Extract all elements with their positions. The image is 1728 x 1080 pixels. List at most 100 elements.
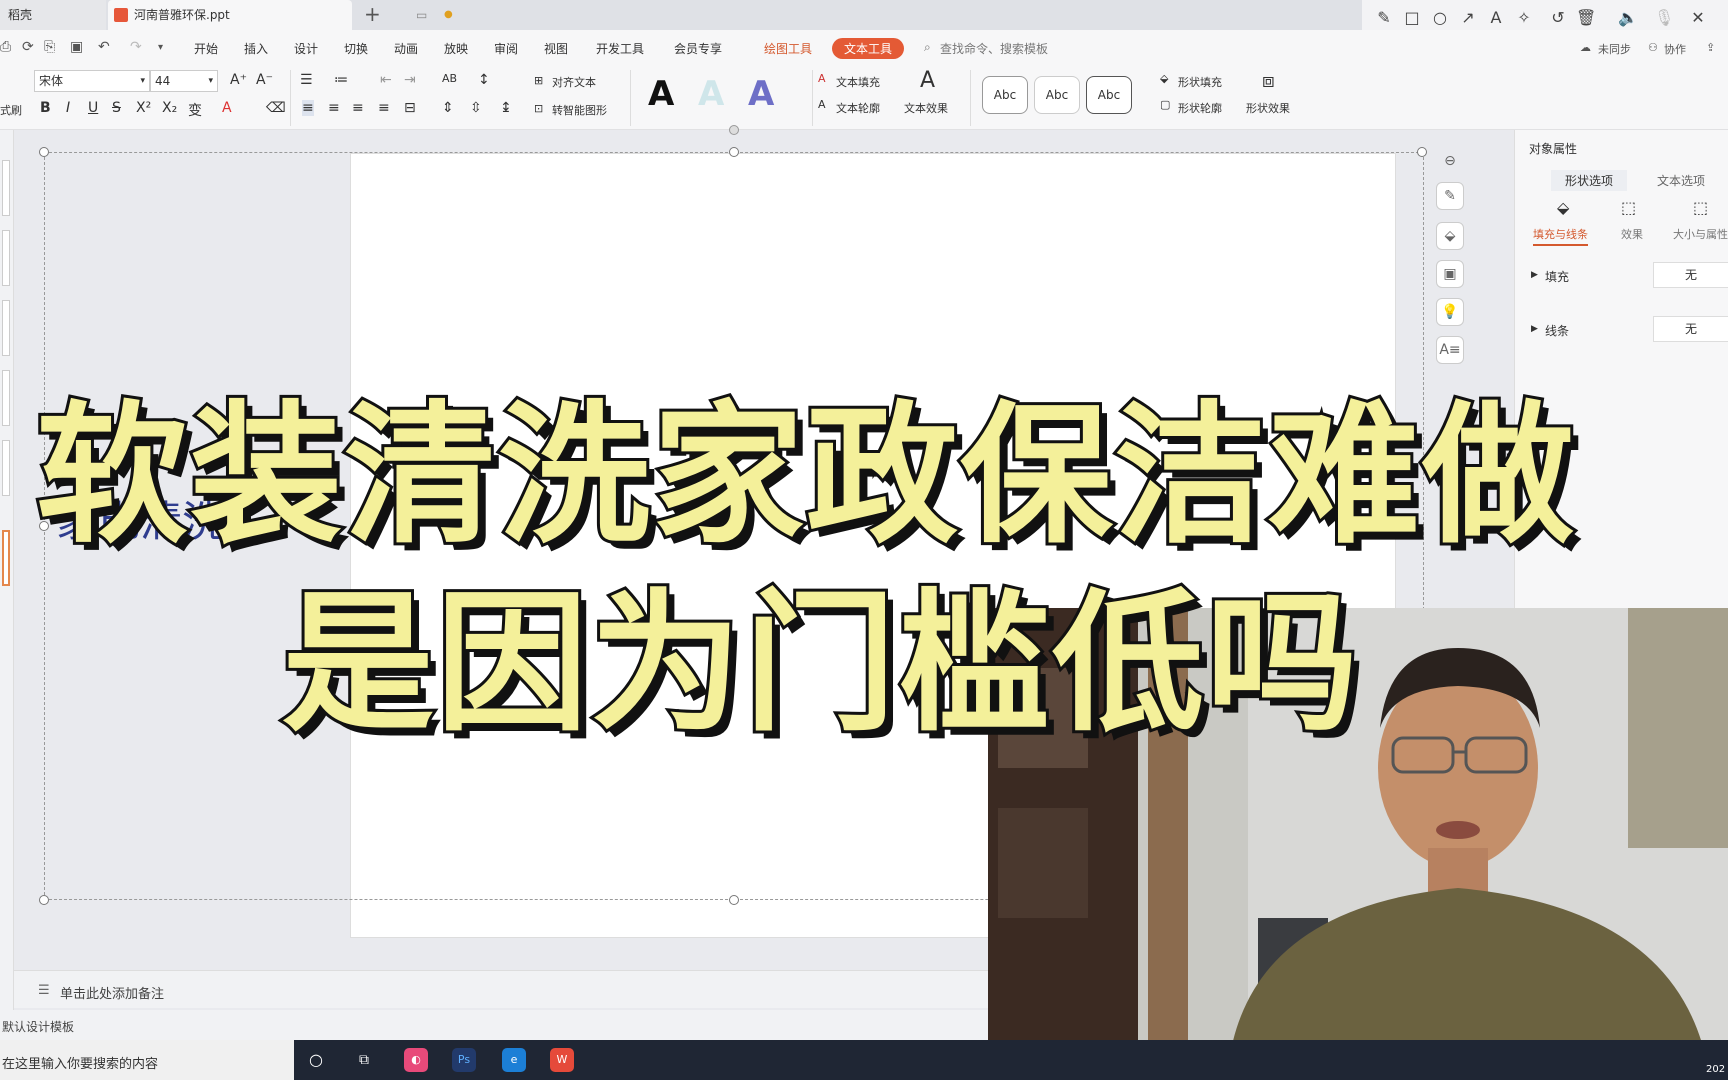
zoom-out-icon[interactable]: ⊖	[1436, 148, 1464, 176]
cortana-icon[interactable]: ○	[304, 1048, 328, 1072]
menu-review[interactable]: 审阅	[494, 40, 518, 57]
slide-thumbnail-active[interactable]	[2, 530, 10, 586]
resize-handle[interactable]	[1417, 147, 1427, 157]
tab-document[interactable]: 河南普雅环保.ppt ▭ ●	[108, 0, 453, 30]
shape-effect-button[interactable]: 形状效果	[1246, 100, 1290, 116]
font-family-select[interactable]: 宋体 ▾	[34, 70, 150, 92]
smart-shape-button[interactable]: 转智能图形	[552, 102, 607, 118]
align-left-icon[interactable]: ≡	[302, 100, 314, 116]
resize-handle[interactable]	[729, 147, 739, 157]
font-size-select[interactable]: 44 ▾	[150, 70, 218, 92]
menu-insert[interactable]: 插入	[244, 40, 268, 57]
wps-icon[interactable]: W	[550, 1048, 574, 1072]
print-preview-icon[interactable]: ⟳	[22, 39, 34, 55]
trash-icon[interactable]: 🗑	[1576, 8, 1596, 28]
pen-icon[interactable]: ✎	[1374, 8, 1394, 28]
line-spacing-icon[interactable]: ↕	[478, 72, 490, 88]
share-icon[interactable]: ⇪	[1706, 41, 1715, 54]
mic-muted-icon[interactable]: 🎙	[1654, 8, 1674, 28]
bold-icon[interactable]: B	[40, 100, 51, 116]
shape-fill-button[interactable]: 形状填充	[1178, 74, 1222, 90]
slide-thumbnail[interactable]	[2, 160, 10, 216]
tab-text-options[interactable]: 文本选项	[1643, 170, 1719, 191]
subtab-fill-line[interactable]: 填充与线条	[1533, 226, 1588, 246]
highlighter-icon[interactable]: ✧	[1514, 8, 1534, 28]
menu-transition[interactable]: 切换	[344, 40, 368, 57]
strikethrough-icon[interactable]: S	[112, 100, 121, 116]
slide-thumbnail-strip[interactable]	[0, 130, 14, 1010]
undo-button[interactable]: ↶	[98, 39, 110, 55]
slide-thumbnail[interactable]	[2, 370, 10, 426]
shape-style-2[interactable]: Abc	[1034, 76, 1080, 114]
arrow-icon[interactable]: ↗	[1458, 8, 1478, 28]
menu-design[interactable]: 设计	[294, 40, 318, 57]
slide-thumbnail[interactable]	[2, 230, 10, 286]
menu-slideshow[interactable]: 放映	[444, 40, 468, 57]
font-color-icon[interactable]: A	[222, 100, 232, 116]
menu-animation[interactable]: 动画	[394, 40, 418, 57]
menu-developer[interactable]: 开发工具	[596, 40, 644, 57]
shape-style-3[interactable]: Abc	[1086, 76, 1132, 114]
subtab-effects[interactable]: 效果	[1621, 226, 1643, 242]
circle-icon[interactable]: ○	[1430, 8, 1450, 28]
menu-start[interactable]: 开始	[194, 40, 218, 57]
format-painter-label[interactable]: 式刷	[0, 102, 22, 118]
line-value[interactable]: 无	[1653, 316, 1728, 342]
notes-placeholder[interactable]: 单击此处添加备注	[60, 983, 164, 1002]
menu-member[interactable]: 会员专享	[674, 40, 722, 57]
sync-status[interactable]: 未同步	[1598, 41, 1631, 57]
export-icon[interactable]: ▣	[70, 39, 83, 55]
align-center-icon[interactable]: ≡	[328, 100, 340, 116]
text-outline-button[interactable]: 文本轮廓	[836, 100, 880, 116]
text-fill-button[interactable]: 文本填充	[836, 74, 880, 90]
expand-icon[interactable]: ▶	[1531, 324, 1538, 334]
screen-icon[interactable]: ▭	[416, 0, 427, 30]
task-view-icon[interactable]: ⧉	[352, 1048, 376, 1072]
decrease-indent-icon[interactable]: ⇤	[380, 72, 392, 88]
shrink-font-icon[interactable]: A⁻	[256, 72, 273, 88]
taskbar-search[interactable]: 在这里输入你要搜索的内容	[0, 1040, 294, 1080]
photoshop-icon[interactable]: Ps	[452, 1048, 476, 1072]
text-style-black[interactable]: A	[648, 74, 674, 114]
template-name[interactable]: 默认设计模板	[2, 1018, 74, 1035]
text-effect-button[interactable]: 文本效果	[904, 100, 948, 116]
grow-font-icon[interactable]: A⁺	[230, 72, 247, 88]
resize-handle[interactable]	[39, 895, 49, 905]
resize-handle[interactable]	[39, 147, 49, 157]
crop-icon[interactable]: ▣	[1436, 260, 1464, 288]
italic-icon[interactable]: I	[66, 100, 70, 116]
slide-thumbnail[interactable]	[2, 300, 10, 356]
rectangle-icon[interactable]: □	[1402, 8, 1422, 28]
undo-icon[interactable]: ↺	[1548, 8, 1568, 28]
expand-icon[interactable]: ▶	[1531, 270, 1538, 280]
menu-text-tools[interactable]: 文本工具	[832, 38, 905, 59]
subscript-icon[interactable]: X₂	[162, 100, 177, 116]
slide-thumbnail[interactable]	[2, 440, 10, 496]
speaker-icon[interactable]: 🔈	[1618, 8, 1638, 28]
text-tool-icon[interactable]: A	[1486, 8, 1506, 28]
justify-icon[interactable]: ≡	[378, 100, 390, 116]
close-icon[interactable]: ✕	[1688, 8, 1708, 28]
print-icon[interactable]: ⎘	[44, 39, 55, 55]
superscript-icon[interactable]: X²	[136, 100, 151, 116]
app-icon[interactable]: ◐	[404, 1048, 428, 1072]
pen-icon[interactable]: ✎	[1436, 182, 1464, 210]
spacing-icon[interactable]: ↨	[500, 100, 512, 116]
align-right-icon[interactable]: ≡	[352, 100, 364, 116]
phonetic-icon[interactable]: 变	[188, 100, 202, 120]
collab-button[interactable]: 协作	[1664, 41, 1686, 57]
numbered-list-icon[interactable]: ≔	[334, 72, 348, 88]
new-tab-button[interactable]: +	[364, 2, 381, 26]
underline-icon[interactable]: U	[88, 100, 98, 116]
redo-button[interactable]: ↷	[130, 39, 142, 55]
rotate-handle[interactable]	[729, 125, 739, 135]
fill-icon[interactable]: ⬙	[1436, 222, 1464, 250]
paragraph-spacing-icon[interactable]: ⇕	[442, 100, 454, 116]
tab-home[interactable]: 稻壳	[0, 0, 106, 30]
columns-icon[interactable]: ⇳	[470, 100, 482, 116]
menu-drawing-tools[interactable]: 绘图工具	[764, 40, 812, 57]
lightbulb-icon[interactable]: 💡	[1436, 298, 1464, 326]
fill-value[interactable]: 无	[1653, 262, 1728, 288]
save-icon[interactable]: ⎙	[0, 39, 11, 55]
increase-indent-icon[interactable]: ⇥	[404, 72, 416, 88]
